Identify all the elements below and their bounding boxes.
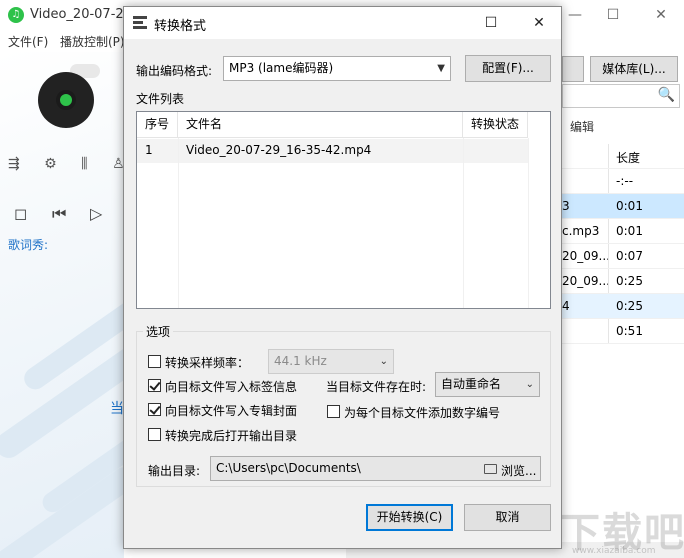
playlist-row[interactable]: 20_09... 0:25 (562, 269, 684, 294)
player-close-button[interactable]: ✕ (646, 4, 676, 26)
file-exists-value: 自动重命名 (441, 377, 502, 391)
file-list[interactable]: 序号 文件名 转换状态 1 Video_20-07-29_16-35-42.mp… (136, 111, 551, 309)
column-filename[interactable]: 文件名 (178, 112, 463, 138)
menu-playback[interactable]: 播放控制(P) (60, 33, 125, 50)
playlist-row[interactable]: c.mp3 0:01 (562, 219, 684, 244)
add-number-label[interactable]: 为每个目标文件添加数字编号 (344, 404, 500, 421)
playlist-row[interactable]: 4 0:25 (562, 294, 684, 319)
playlist-table: 长度 -:-- 3 0:01 c.mp3 0:01 20_09... 0:07 20_… (562, 144, 684, 344)
column-divider (463, 138, 464, 308)
player-window-title: Video_20-07-29 (30, 7, 132, 22)
row-length: 0:25 (616, 274, 643, 288)
watermark-url: www.xiazaiba.com (572, 546, 656, 556)
column-divider (178, 138, 179, 308)
row-name: 20_09... (562, 249, 608, 263)
vinyl-disc-icon (38, 72, 94, 128)
decorative-stripe (0, 462, 124, 558)
search-icon[interactable]: 🔍 (658, 87, 675, 103)
player-button-partial[interactable] (562, 56, 584, 82)
sample-rate-label[interactable]: 转换采样频率： (165, 354, 249, 371)
media-library-button[interactable]: 媒体库(L)... (590, 56, 678, 82)
output-dir-label: 输出目录: (148, 464, 201, 478)
dialog-maximize-button[interactable]: ☐ (468, 9, 514, 37)
convert-icon (133, 16, 147, 30)
file-name: Video_20-07-29_16-35-42.mp4 (186, 143, 372, 157)
playlist-row[interactable]: 0:51 (562, 319, 684, 344)
file-row[interactable]: 1 Video_20-07-29_16-35-42.mp4 (137, 139, 528, 163)
music-note-icon: ♫ (8, 7, 24, 23)
playback-controls: ◻ ⏮ ▷ (14, 204, 124, 224)
row-length: -:-- (616, 174, 634, 188)
open-dir-checkbox[interactable] (148, 428, 161, 441)
add-number-checkbox[interactable] (327, 405, 340, 418)
playlist-row[interactable]: 20_09... 0:07 (562, 244, 684, 269)
row-name: 4 (562, 299, 570, 313)
row-name: 20_09... (562, 274, 608, 288)
left-panel-text: 当 (110, 401, 124, 417)
write-cover-label[interactable]: 向目标文件写入专辑封面 (165, 402, 297, 419)
dialog-title: 转换格式 (154, 19, 207, 34)
row-name: 3 (562, 199, 570, 213)
dialog-titlebar: 转换格式 ☐ ✕ (124, 7, 561, 39)
row-length: 0:01 (616, 224, 643, 238)
column-status[interactable]: 转换状态 (463, 112, 528, 138)
open-dir-label[interactable]: 转换完成后打开输出目录 (165, 427, 297, 444)
length-column-header[interactable]: 长度 (616, 149, 640, 166)
playlist-header: 长度 (562, 144, 684, 169)
write-tags-label[interactable]: 向目标文件写入标签信息 (165, 378, 297, 395)
sample-rate-value: 44.1 kHz (274, 354, 327, 368)
file-exists-select[interactable]: 自动重命名 ⌄ (435, 372, 540, 397)
chevron-down-icon: ⌄ (525, 379, 534, 390)
options-group-title: 选项 (143, 323, 174, 340)
file-list-label: 文件列表 (136, 92, 185, 106)
previous-icon[interactable]: ⏮ (52, 204, 90, 224)
folder-icon[interactable] (484, 464, 497, 474)
player-minimize-button[interactable]: — (560, 4, 590, 26)
output-format-label: 输出编码格式: (136, 64, 213, 78)
playlist-row[interactable]: 3 0:01 (562, 194, 684, 219)
cancel-button[interactable]: 取消 (464, 504, 551, 531)
write-tags-checkbox[interactable] (148, 379, 161, 392)
file-list-header: 序号 文件名 转换状态 (137, 112, 528, 138)
player-tool-icons[interactable]: ⇶ ⚙ ⫼ ♙ ☰ (8, 156, 124, 172)
chevron-down-icon: ▼ (437, 63, 445, 74)
menu-file[interactable]: 文件(F) (8, 33, 48, 50)
output-dir-value: C:\Users\pc\Documents\ (216, 461, 361, 475)
row-length: 0:01 (616, 199, 643, 213)
chevron-down-icon: ⌄ (379, 356, 388, 367)
start-convert-button[interactable]: 开始转换(C) (366, 504, 453, 531)
sample-rate-select: 44.1 kHz ⌄ (268, 349, 394, 374)
file-status (463, 139, 471, 163)
player-maximize-button[interactable]: ☐ (598, 4, 628, 26)
column-divider (528, 138, 529, 308)
player-left-panel: ⇶ ⚙ ⫼ ♙ ☰ ◻⏮▷ 歌词秀: 当 (0, 52, 124, 558)
lyrics-label: 歌词秀: (8, 238, 49, 252)
write-cover-checkbox[interactable] (148, 403, 161, 416)
player-menubar: 文件(F) 播放控制(P) (0, 30, 130, 52)
row-length: 0:25 (616, 299, 643, 313)
output-format-value: MP3 (lame编码器) (229, 61, 334, 75)
browse-button[interactable]: 浏览... (501, 462, 536, 479)
file-exists-label: 当目标文件存在时: (326, 380, 427, 394)
output-format-select[interactable]: MP3 (lame编码器) ▼ (223, 56, 451, 81)
play-icon[interactable]: ▷ (90, 204, 124, 223)
playlist-search-input[interactable]: 🔍 (562, 84, 680, 108)
sample-rate-checkbox[interactable] (148, 355, 161, 368)
column-index[interactable]: 序号 (137, 112, 178, 138)
row-length: 0:07 (616, 249, 643, 263)
playlist-row[interactable]: -:-- (562, 169, 684, 194)
stop-icon[interactable]: ◻ (14, 204, 52, 223)
config-button[interactable]: 配置(F)... (465, 55, 551, 82)
options-group: 选项 转换采样频率： 44.1 kHz ⌄ 向目标文件写入标签信息 当目标文件存… (136, 323, 551, 487)
dialog-close-button[interactable]: ✕ (516, 9, 562, 37)
playlist-edit-label[interactable]: 编辑 (570, 118, 594, 135)
convert-format-dialog: 转换格式 ☐ ✕ 输出编码格式: MP3 (lame编码器) ▼ 配置(F)..… (123, 6, 562, 549)
row-name: c.mp3 (562, 224, 600, 238)
file-index: 1 (145, 143, 153, 157)
row-length: 0:51 (616, 324, 643, 338)
